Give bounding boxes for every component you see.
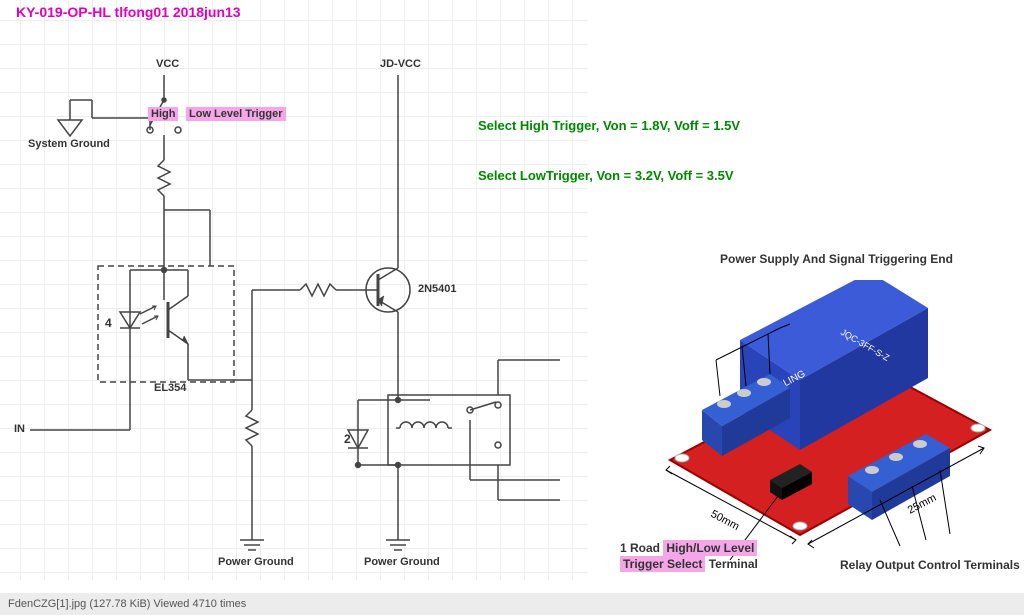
diagram-title: KY-019-OP-HL tlfong01 2018jun13 [16, 4, 241, 20]
label-trigger-high: High [148, 108, 178, 120]
label-pin4: 4 [105, 316, 112, 330]
label-system-ground: System Ground [28, 138, 110, 150]
label-power-supply-end: Power Supply And Signal Triggering End [720, 252, 953, 266]
label-pin2: 2 [344, 432, 351, 446]
label-el354: EL354 [154, 382, 186, 394]
label-power-ground-1: Power Ground [218, 556, 294, 568]
label-power-ground-2: Power Ground [364, 556, 440, 568]
label-2n5401: 2N5401 [418, 283, 457, 295]
note-high-trigger: Select High Trigger, Von = 1.8V, Voff = … [478, 118, 740, 133]
label-in: IN [14, 423, 25, 435]
footer-text: FdenCZG[1].jpg (127.78 KiB) Viewed 4710 … [8, 598, 246, 610]
label-jdvcc: JD-VCC [380, 58, 421, 70]
schematic-diagram [0, 0, 588, 580]
label-vcc: VCC [156, 58, 179, 70]
label-trigger-select-terminal: 1 Road High/Low Level Trigger Select Ter… [620, 540, 758, 572]
svg-text:50mm: 50mm [709, 508, 742, 533]
label-relay-output-terminals: Relay Output Control Terminals [840, 558, 1020, 572]
image-caption-footer: FdenCZG[1].jpg (127.78 KiB) Viewed 4710 … [0, 593, 1024, 615]
note-low-trigger: Select LowTrigger, Von = 3.2V, Voff = 3.… [478, 168, 734, 183]
label-trigger-low: Low Level Trigger [186, 108, 286, 120]
